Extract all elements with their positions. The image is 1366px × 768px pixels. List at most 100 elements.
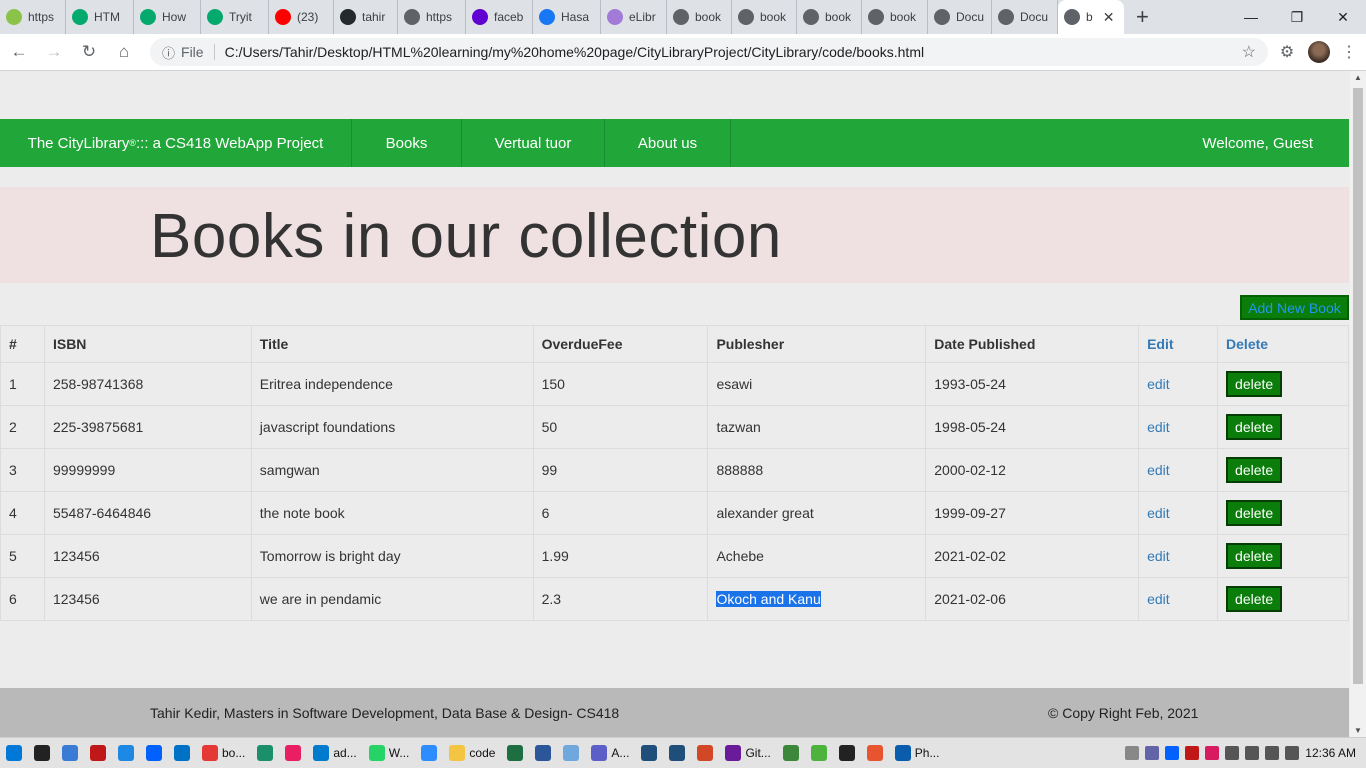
new-tab-icon[interactable]: + bbox=[1136, 4, 1149, 30]
taskbar-app[interactable] bbox=[112, 738, 140, 768]
taskbar-app[interactable] bbox=[84, 738, 112, 768]
scroll-up-arrow-icon[interactable]: ▲ bbox=[1354, 73, 1362, 82]
edit-link[interactable]: edit bbox=[1147, 376, 1170, 392]
browser-tab[interactable]: Docu bbox=[928, 0, 992, 34]
taskbar-app[interactable] bbox=[691, 738, 719, 768]
scroll-down-arrow-icon[interactable]: ▼ bbox=[1354, 726, 1362, 735]
browser-tab[interactable]: tahir bbox=[334, 0, 398, 34]
add-new-book-button[interactable]: Add New Book bbox=[1240, 295, 1349, 320]
teams-tray-icon[interactable] bbox=[1145, 746, 1160, 760]
taskbar-app[interactable] bbox=[557, 738, 585, 768]
taskbar-app[interactable] bbox=[56, 738, 84, 768]
people-icon[interactable] bbox=[1125, 746, 1140, 760]
edit-link[interactable]: edit bbox=[1147, 462, 1170, 478]
edit-link[interactable]: edit bbox=[1147, 419, 1170, 435]
header-delete[interactable]: Delete bbox=[1217, 325, 1349, 363]
taskbar-app[interactable] bbox=[635, 738, 663, 768]
bookmark-star-icon[interactable]: ☆ bbox=[1242, 42, 1256, 62]
browser-tab[interactable]: book bbox=[667, 0, 732, 34]
browser-tab[interactable]: How bbox=[134, 0, 201, 34]
delete-button[interactable]: delete bbox=[1226, 543, 1283, 569]
taskbar-app[interactable] bbox=[28, 738, 56, 768]
reload-icon[interactable]: ↻ bbox=[73, 36, 105, 68]
taskbar-app[interactable]: code bbox=[443, 738, 501, 768]
taskbar-app[interactable]: W... bbox=[363, 738, 416, 768]
taskbar-app[interactable] bbox=[501, 738, 529, 768]
delete-button[interactable]: delete bbox=[1226, 586, 1283, 612]
taskbar-app[interactable] bbox=[140, 738, 168, 768]
taskbar-app[interactable]: ad... bbox=[307, 738, 362, 768]
close-tab-icon[interactable]: ✕ bbox=[1103, 9, 1115, 26]
active-browser-tab[interactable]: b ✕ bbox=[1058, 0, 1124, 34]
info-icon[interactable]: ⓘ bbox=[162, 43, 175, 62]
nav-about-us[interactable]: About us bbox=[605, 119, 731, 167]
nav-virtual-tour[interactable]: Vertual tuor bbox=[462, 119, 605, 167]
header-edit[interactable]: Edit bbox=[1138, 325, 1219, 363]
address-bar[interactable]: ⓘ File C:/Users/Tahir/Desktop/HTML%20lea… bbox=[150, 38, 1268, 66]
taskbar-app[interactable] bbox=[861, 738, 889, 768]
taskbar-app[interactable] bbox=[529, 738, 557, 768]
taskbar-app[interactable] bbox=[777, 738, 805, 768]
taskbar-app[interactable] bbox=[833, 738, 861, 768]
menu-kebab-icon[interactable]: ⋮ bbox=[1334, 37, 1364, 67]
taskbar-app[interactable]: Git... bbox=[719, 738, 776, 768]
taskbar-app[interactable] bbox=[663, 738, 691, 768]
taskbar-app[interactable] bbox=[805, 738, 833, 768]
table-row: 4 55487-6464846 the note book 6 alexander gr… bbox=[0, 491, 1349, 535]
browser-tab[interactable]: book bbox=[732, 0, 797, 34]
back-icon[interactable]: ← bbox=[3, 36, 35, 68]
nav-books[interactable]: Books bbox=[352, 119, 462, 167]
delete-button[interactable]: delete bbox=[1226, 371, 1283, 397]
taskbar-app[interactable]: bo... bbox=[196, 738, 251, 768]
battery-icon[interactable] bbox=[1265, 746, 1280, 760]
browser-tab[interactable]: faceb bbox=[466, 0, 533, 34]
browser-tab[interactable]: https bbox=[0, 0, 66, 34]
mcafee-tray-icon[interactable] bbox=[1185, 746, 1200, 760]
cmd-icon bbox=[838, 745, 855, 761]
extensions-puzzle-icon[interactable]: ⚙ bbox=[1272, 37, 1302, 67]
meet-tray-icon[interactable] bbox=[1205, 746, 1220, 760]
wifi-icon[interactable] bbox=[1285, 746, 1300, 760]
taskbar-app[interactable] bbox=[415, 738, 443, 768]
edit-link[interactable]: edit bbox=[1147, 548, 1170, 564]
volume-icon[interactable] bbox=[1245, 746, 1260, 760]
taskbar-app[interactable] bbox=[279, 738, 307, 768]
delete-button[interactable]: delete bbox=[1226, 457, 1283, 483]
minimize-icon[interactable]: — bbox=[1228, 0, 1274, 34]
powerpoint-icon bbox=[697, 745, 714, 761]
taskbar-app[interactable] bbox=[251, 738, 279, 768]
teams-icon bbox=[591, 745, 608, 761]
dropbox-tray-icon[interactable] bbox=[1165, 746, 1180, 760]
profile-avatar[interactable] bbox=[1308, 41, 1330, 63]
browser-tab[interactable]: book bbox=[797, 0, 862, 34]
security-shield-icon[interactable] bbox=[1225, 746, 1240, 760]
restore-icon[interactable]: ❐ bbox=[1274, 0, 1320, 34]
browser-tab[interactable]: book bbox=[862, 0, 928, 34]
browser-tab[interactable]: https bbox=[398, 0, 466, 34]
close-window-icon[interactable]: ✕ bbox=[1320, 0, 1366, 34]
edit-link[interactable]: edit bbox=[1147, 505, 1170, 521]
delete-button[interactable]: delete bbox=[1226, 500, 1283, 526]
taskbar-app[interactable]: Ph... bbox=[889, 738, 946, 768]
taskbar-clock[interactable]: 12:36 AM bbox=[1305, 746, 1356, 760]
url-text[interactable]: C:/Users/Tahir/Desktop/HTML%20learning/m… bbox=[225, 44, 925, 60]
browser-tab[interactable]: Docu bbox=[992, 0, 1058, 34]
browser-tab[interactable]: Tryit bbox=[201, 0, 269, 34]
navbar-brand[interactable]: The CityLibrary ® ::: a CS418 WebApp Proj… bbox=[0, 119, 352, 167]
taskbar-app[interactable]: A... bbox=[585, 738, 635, 768]
browser-tab[interactable]: eLibr bbox=[601, 0, 667, 34]
delete-button[interactable]: delete bbox=[1226, 414, 1283, 440]
browser-tab[interactable]: HTM bbox=[66, 0, 134, 34]
cell-title: Tomorrow is bright day bbox=[250, 534, 534, 578]
edit-link[interactable]: edit bbox=[1147, 591, 1170, 607]
cell-title: Eritrea independence bbox=[250, 362, 534, 406]
browser-tab[interactable]: (23) bbox=[269, 0, 334, 34]
browser-tab[interactable]: Hasa bbox=[533, 0, 601, 34]
forward-icon[interactable]: → bbox=[38, 36, 70, 68]
taskbar-app[interactable] bbox=[0, 738, 28, 768]
cell-text: the note book bbox=[259, 505, 345, 521]
home-icon[interactable]: ⌂ bbox=[108, 36, 140, 68]
taskbar-app[interactable] bbox=[168, 738, 196, 768]
scroll-thumb[interactable] bbox=[1353, 88, 1363, 684]
page-scrollbar[interactable]: ▲ ▼ bbox=[1350, 71, 1366, 737]
